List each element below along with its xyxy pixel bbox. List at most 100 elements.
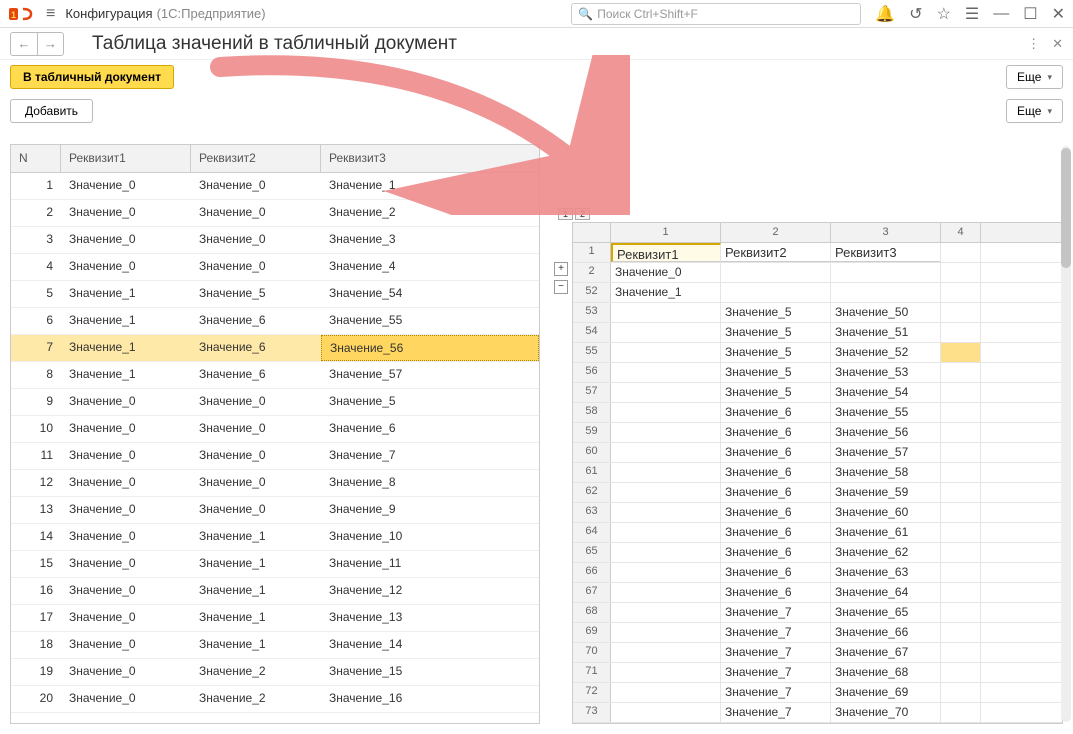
cell[interactable] bbox=[611, 663, 721, 682]
sheet-row[interactable]: 70Значение_7Значение_67 bbox=[573, 643, 1062, 663]
table-row[interactable]: 9Значение_0Значение_0Значение_5 bbox=[11, 389, 539, 416]
cell[interactable] bbox=[941, 383, 981, 402]
sheet-row[interactable]: 52Значение_1 bbox=[573, 283, 1062, 303]
cell[interactable]: Значение_1 bbox=[611, 283, 721, 302]
cell[interactable] bbox=[611, 303, 721, 322]
cell[interactable] bbox=[941, 443, 981, 462]
table-row[interactable]: 13Значение_0Значение_0Значение_9 bbox=[11, 497, 539, 524]
table-row[interactable]: 15Значение_0Значение_1Значение_11 bbox=[11, 551, 539, 578]
expand-icon[interactable]: + bbox=[554, 262, 568, 276]
col-header-r2[interactable]: Реквизит2 bbox=[191, 145, 321, 172]
nav-back-button[interactable]: ← bbox=[11, 33, 37, 55]
cell[interactable]: Значение_63 bbox=[831, 563, 941, 582]
sheet-row[interactable]: 59Значение_6Значение_56 bbox=[573, 423, 1062, 443]
cell[interactable] bbox=[941, 623, 981, 642]
cell[interactable]: Значение_66 bbox=[831, 623, 941, 642]
cell[interactable]: Значение_68 bbox=[831, 663, 941, 682]
table-row[interactable]: 3Значение_0Значение_0Значение_3 bbox=[11, 227, 539, 254]
row-number[interactable]: 2 bbox=[573, 263, 611, 282]
cell[interactable] bbox=[941, 303, 981, 322]
history-icon[interactable]: ↺ bbox=[909, 4, 922, 24]
col-header-2[interactable]: 2 bbox=[721, 223, 831, 242]
cell[interactable]: Значение_5 bbox=[721, 303, 831, 322]
cell[interactable]: Значение_70 bbox=[831, 703, 941, 722]
row-number[interactable]: 56 bbox=[573, 363, 611, 382]
add-button[interactable]: Добавить bbox=[10, 99, 93, 123]
cell[interactable]: Значение_5 bbox=[721, 363, 831, 382]
cell[interactable]: Значение_0 bbox=[611, 263, 721, 282]
table-row[interactable]: 8Значение_1Значение_6Значение_57 bbox=[11, 362, 539, 389]
sheet-row[interactable]: 68Значение_7Значение_65 bbox=[573, 603, 1062, 623]
cell[interactable] bbox=[611, 443, 721, 462]
sheet-row[interactable]: 63Значение_6Значение_60 bbox=[573, 503, 1062, 523]
sheet-row[interactable]: 67Значение_6Значение_64 bbox=[573, 583, 1062, 603]
sheet-row[interactable]: 58Значение_6Значение_55 bbox=[573, 403, 1062, 423]
cell[interactable]: Значение_7 bbox=[721, 683, 831, 702]
cell[interactable] bbox=[611, 543, 721, 562]
cell[interactable] bbox=[831, 263, 941, 282]
cell[interactable] bbox=[611, 343, 721, 362]
cell[interactable]: Значение_6 bbox=[721, 503, 831, 522]
sheet-row[interactable]: 71Значение_7Значение_68 bbox=[573, 663, 1062, 683]
row-number[interactable]: 61 bbox=[573, 463, 611, 482]
row-number[interactable]: 64 bbox=[573, 523, 611, 542]
cell[interactable]: Значение_6 bbox=[721, 543, 831, 562]
cell[interactable] bbox=[611, 323, 721, 342]
cell[interactable] bbox=[941, 323, 981, 342]
sheet-row[interactable]: 2Значение_0 bbox=[573, 263, 1062, 283]
row-number[interactable]: 53 bbox=[573, 303, 611, 322]
sheet-row[interactable]: 53Значение_5Значение_50 bbox=[573, 303, 1062, 323]
sheet-row[interactable]: 57Значение_5Значение_54 bbox=[573, 383, 1062, 403]
cell[interactable] bbox=[721, 263, 831, 282]
cell[interactable]: Реквизит3 bbox=[831, 243, 941, 262]
sheet-row[interactable]: 73Значение_7Значение_70 bbox=[573, 703, 1062, 723]
cell[interactable]: Реквизит2 bbox=[721, 243, 831, 262]
cell[interactable]: Значение_55 bbox=[831, 403, 941, 422]
cell[interactable]: Значение_6 bbox=[721, 583, 831, 602]
cell[interactable] bbox=[941, 643, 981, 662]
bell-icon[interactable]: 🔔 bbox=[875, 4, 895, 24]
to-document-button[interactable]: В табличный документ bbox=[10, 65, 174, 89]
cell[interactable]: Значение_59 bbox=[831, 483, 941, 502]
col-header-n[interactable]: N bbox=[11, 145, 61, 172]
cell[interactable]: Значение_64 bbox=[831, 583, 941, 602]
cell[interactable]: Значение_7 bbox=[721, 703, 831, 722]
cell[interactable] bbox=[611, 383, 721, 402]
cell[interactable]: Значение_54 bbox=[831, 383, 941, 402]
cell[interactable] bbox=[611, 423, 721, 442]
cell[interactable]: Значение_58 bbox=[831, 463, 941, 482]
col-header-4[interactable]: 4 bbox=[941, 223, 981, 242]
table-row[interactable]: 14Значение_0Значение_1Значение_10 bbox=[11, 524, 539, 551]
table-row[interactable]: 5Значение_1Значение_5Значение_54 bbox=[11, 281, 539, 308]
table-row[interactable]: 16Значение_0Значение_1Значение_12 bbox=[11, 578, 539, 605]
more-button-1[interactable]: Еще▾ bbox=[1006, 65, 1063, 89]
close-tab-icon[interactable]: ✕ bbox=[1052, 36, 1063, 52]
cell[interactable] bbox=[611, 463, 721, 482]
cell[interactable]: Значение_7 bbox=[721, 643, 831, 662]
close-window-icon[interactable]: ✕ bbox=[1052, 4, 1065, 24]
cell[interactable] bbox=[611, 523, 721, 542]
cell[interactable]: Значение_6 bbox=[721, 483, 831, 502]
cell[interactable]: Значение_53 bbox=[831, 363, 941, 382]
sheet-level-1[interactable]: 1 bbox=[558, 208, 573, 220]
row-number[interactable]: 72 bbox=[573, 683, 611, 702]
table-row[interactable]: 1Значение_0Значение_0Значение_1 bbox=[11, 173, 539, 200]
more-button-2[interactable]: Еще▾ bbox=[1006, 99, 1063, 123]
nav-forward-button[interactable]: → bbox=[37, 33, 63, 55]
cell[interactable]: Значение_7 bbox=[721, 663, 831, 682]
sheet-header-row[interactable]: 1Реквизит1Реквизит2Реквизит3 bbox=[573, 243, 1062, 263]
sheet-row[interactable]: 54Значение_5Значение_51 bbox=[573, 323, 1062, 343]
cell[interactable] bbox=[941, 363, 981, 382]
cell[interactable]: Значение_65 bbox=[831, 603, 941, 622]
table-row[interactable]: 2Значение_0Значение_0Значение_2 bbox=[11, 200, 539, 227]
row-number[interactable]: 55 bbox=[573, 343, 611, 362]
table-row[interactable]: 20Значение_0Значение_2Значение_16 bbox=[11, 686, 539, 713]
cell[interactable]: Значение_6 bbox=[721, 423, 831, 442]
search-input[interactable]: 🔍 Поиск Ctrl+Shift+F bbox=[571, 3, 861, 25]
cell[interactable]: Значение_7 bbox=[721, 603, 831, 622]
row-number[interactable]: 65 bbox=[573, 543, 611, 562]
sheet-row[interactable]: 72Значение_7Значение_69 bbox=[573, 683, 1062, 703]
cell[interactable] bbox=[611, 563, 721, 582]
cell[interactable]: Значение_52 bbox=[831, 343, 941, 362]
col-header-3[interactable]: 3 bbox=[831, 223, 941, 242]
